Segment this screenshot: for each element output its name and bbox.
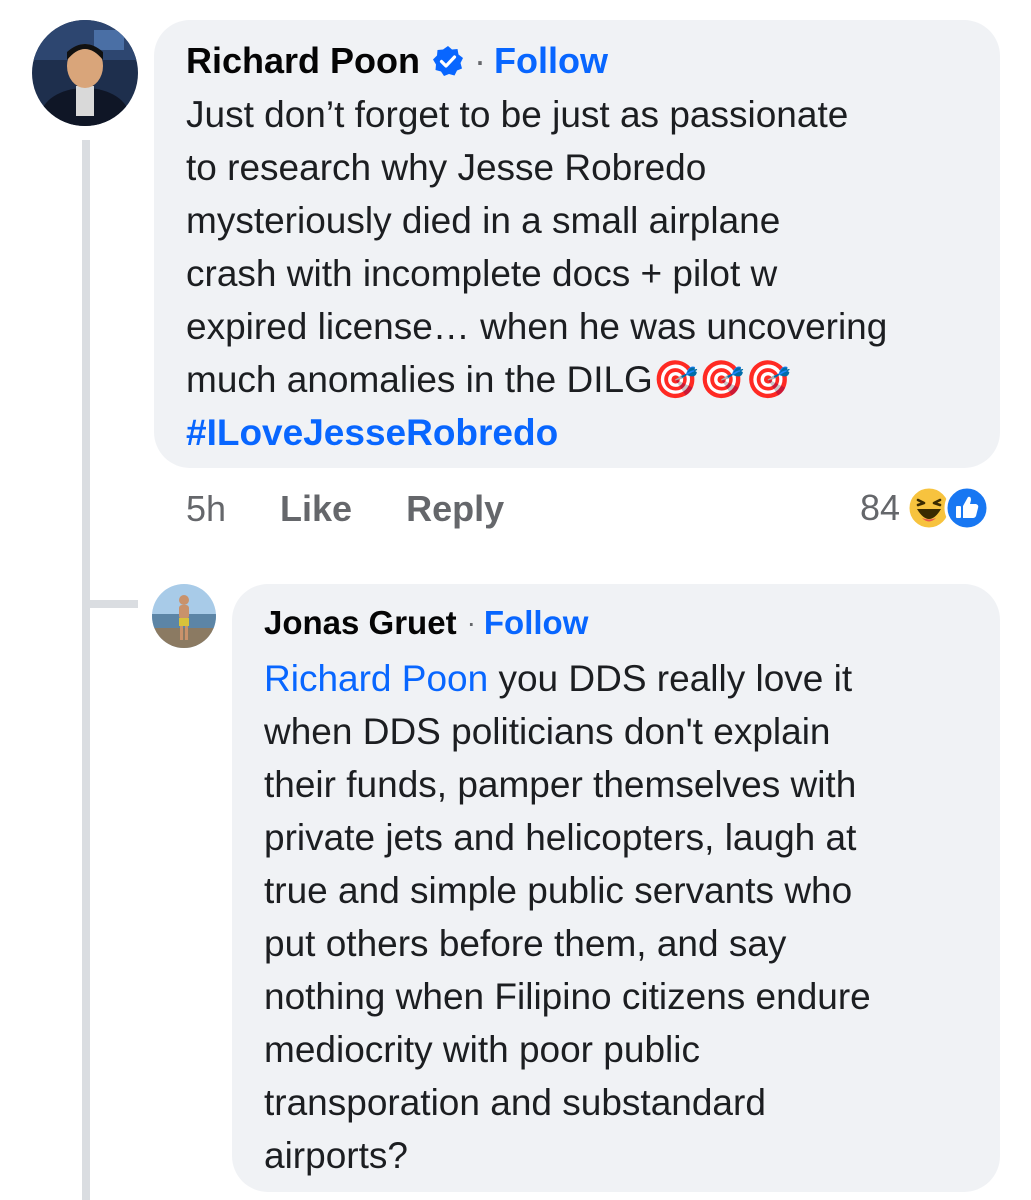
- reply-line: Richard Poon you DDS really love it: [264, 652, 871, 705]
- reply-line: their funds, pamper themselves with: [264, 764, 857, 805]
- thread-line-vertical: [82, 140, 90, 1200]
- comment-timestamp[interactable]: 5h: [186, 488, 226, 530]
- comment-bubble: Richard Poon · Follow Just don’t forget …: [154, 20, 1000, 468]
- comment-line: #ILoveJesseRobredo: [186, 406, 887, 459]
- reply-line: true and simple public servants who: [264, 870, 853, 911]
- profile-photo-icon: [152, 584, 216, 648]
- reply-bubble: Jonas Gruet · Follow Richard Poon you DD…: [232, 584, 1000, 1192]
- target-emoji: 🎯🎯🎯: [652, 359, 792, 400]
- avatar[interactable]: [32, 20, 138, 126]
- separator-dot: ·: [466, 607, 476, 638]
- like-button[interactable]: Like: [280, 488, 352, 530]
- reply-body: Richard Poon you DDS really love it when…: [264, 652, 871, 1182]
- hashtag-link[interactable]: #ILoveJesseRobredo: [186, 412, 558, 453]
- comment-actions: 5h Like Reply: [186, 484, 504, 534]
- reply-line: mediocrity with poor public: [264, 1029, 700, 1070]
- reply-line: when DDS politicians don't explain: [264, 711, 831, 752]
- comment-line: Just don’t forget to be just as passiona…: [186, 94, 849, 135]
- follow-button[interactable]: Follow: [494, 40, 608, 82]
- profile-photo-icon: [32, 20, 138, 126]
- reply-line: nothing when Filipino citizens endure: [264, 976, 871, 1017]
- comment-header: Richard Poon · Follow: [186, 36, 608, 86]
- reply-line: private jets and helicopters, laugh at: [264, 817, 857, 858]
- thread-line-branch: [82, 600, 138, 608]
- reply-line: airports?: [264, 1135, 408, 1176]
- reply-header: Jonas Gruet · Follow: [264, 600, 588, 646]
- comment-line: crash with incomplete docs + pilot w: [186, 253, 778, 294]
- comment-body: Just don’t forget to be just as passiona…: [186, 88, 887, 459]
- reply-line: transporation and substandard: [264, 1082, 766, 1123]
- comment-line-text: much anomalies in the DILG: [186, 359, 653, 400]
- reply-button[interactable]: Reply: [406, 488, 504, 530]
- reply-avatar[interactable]: [152, 584, 216, 648]
- like-reaction-icon: [944, 485, 990, 531]
- comment-author-name[interactable]: Richard Poon: [186, 40, 420, 82]
- comment-line: much anomalies in the DILG🎯🎯🎯: [186, 353, 887, 406]
- verified-badge-icon: [432, 45, 464, 77]
- follow-button[interactable]: Follow: [484, 604, 588, 642]
- reaction-summary[interactable]: 84: [860, 482, 990, 534]
- comment-line: expired license… when he was uncovering: [186, 306, 888, 347]
- reaction-count: 84: [860, 487, 901, 528]
- comment-line: to research why Jesse Robredo: [186, 147, 707, 188]
- mention-link[interactable]: Richard Poon: [264, 658, 488, 699]
- reply-author-name[interactable]: Jonas Gruet: [264, 604, 457, 642]
- separator-dot: ·: [474, 40, 487, 81]
- reply-line: put others before them, and say: [264, 923, 787, 964]
- reply-line-text: you DDS really love it: [488, 658, 853, 699]
- comment-line: mysteriously died in a small airplane: [186, 200, 781, 241]
